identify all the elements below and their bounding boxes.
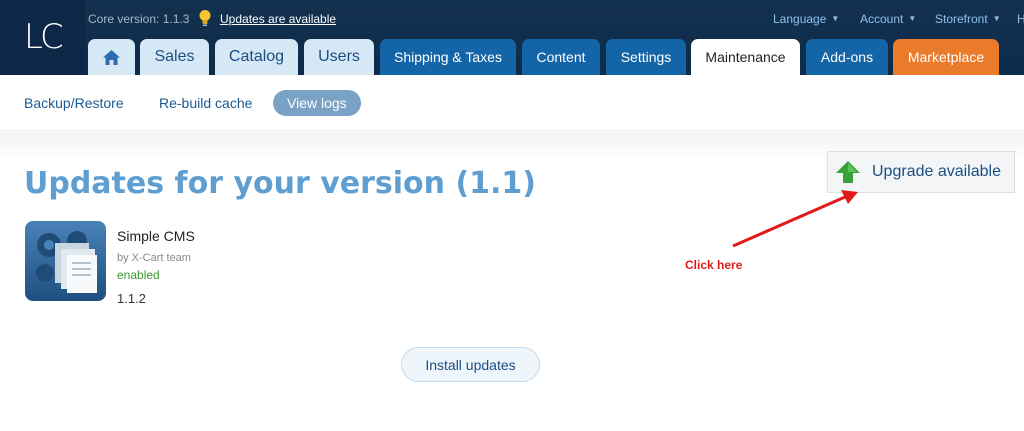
tab-settings[interactable]: Settings: [606, 39, 686, 75]
logo[interactable]: LC: [0, 0, 85, 75]
chevron-down-icon: ▼: [831, 14, 840, 23]
chevron-down-icon: ▼: [908, 14, 917, 23]
click-here-annotation: Click here: [685, 258, 743, 272]
updates-available-link[interactable]: Updates are available: [220, 12, 336, 26]
tab-home[interactable]: [88, 39, 135, 75]
chevron-down-icon: ▼: [992, 14, 1001, 23]
tab-marketplace[interactable]: Marketplace: [893, 39, 999, 75]
account-menu[interactable]: Account ▼: [860, 12, 916, 26]
tab-catalog[interactable]: Catalog: [215, 39, 298, 75]
backup-restore-link[interactable]: Backup/Restore: [24, 95, 124, 111]
lightbulb-icon: [199, 10, 211, 26]
account-label: Account: [860, 12, 904, 26]
module-author: by X-Cart team: [117, 252, 191, 264]
language-label: Language: [773, 12, 827, 26]
module-status: enabled: [117, 268, 160, 282]
maintenance-subnav: Backup/Restore Re-build cache View logs: [0, 75, 1024, 131]
arrow-up-icon: [836, 161, 860, 183]
tab-content[interactable]: Content: [522, 39, 600, 75]
home-icon: [103, 49, 120, 65]
core-version: Core version: 1.1.3: [88, 12, 190, 26]
tab-sales[interactable]: Sales: [140, 39, 209, 75]
page-title: Updates for your version (1.1): [24, 166, 537, 201]
view-logs-link[interactable]: View logs: [273, 90, 361, 116]
language-menu[interactable]: Language ▼: [773, 12, 839, 26]
rebuild-cache-link[interactable]: Re-build cache: [159, 95, 252, 111]
storefront-label: Storefront: [935, 12, 988, 26]
top-header: LC Core version: 1.1.3 Updates are avail…: [0, 0, 1024, 75]
tab-users[interactable]: Users: [304, 39, 374, 75]
storefront-menu[interactable]: Storefront ▼: [935, 12, 1001, 26]
upgrade-available-button[interactable]: Upgrade available: [827, 151, 1015, 193]
tab-shipping-taxes[interactable]: Shipping & Taxes: [380, 39, 516, 75]
upgrade-available-label: Upgrade available: [872, 163, 1001, 180]
tab-maintenance[interactable]: Maintenance: [691, 39, 800, 75]
gear-document-icon: [36, 231, 97, 293]
install-updates-button[interactable]: Install updates: [401, 347, 540, 382]
tab-add-ons[interactable]: Add-ons: [806, 39, 888, 75]
module-icon[interactable]: [25, 221, 106, 301]
module-name[interactable]: Simple CMS: [117, 228, 195, 244]
module-version: 1.1.2: [117, 291, 146, 306]
logo-text: LC: [24, 17, 64, 57]
help-menu[interactable]: H: [1017, 12, 1024, 26]
